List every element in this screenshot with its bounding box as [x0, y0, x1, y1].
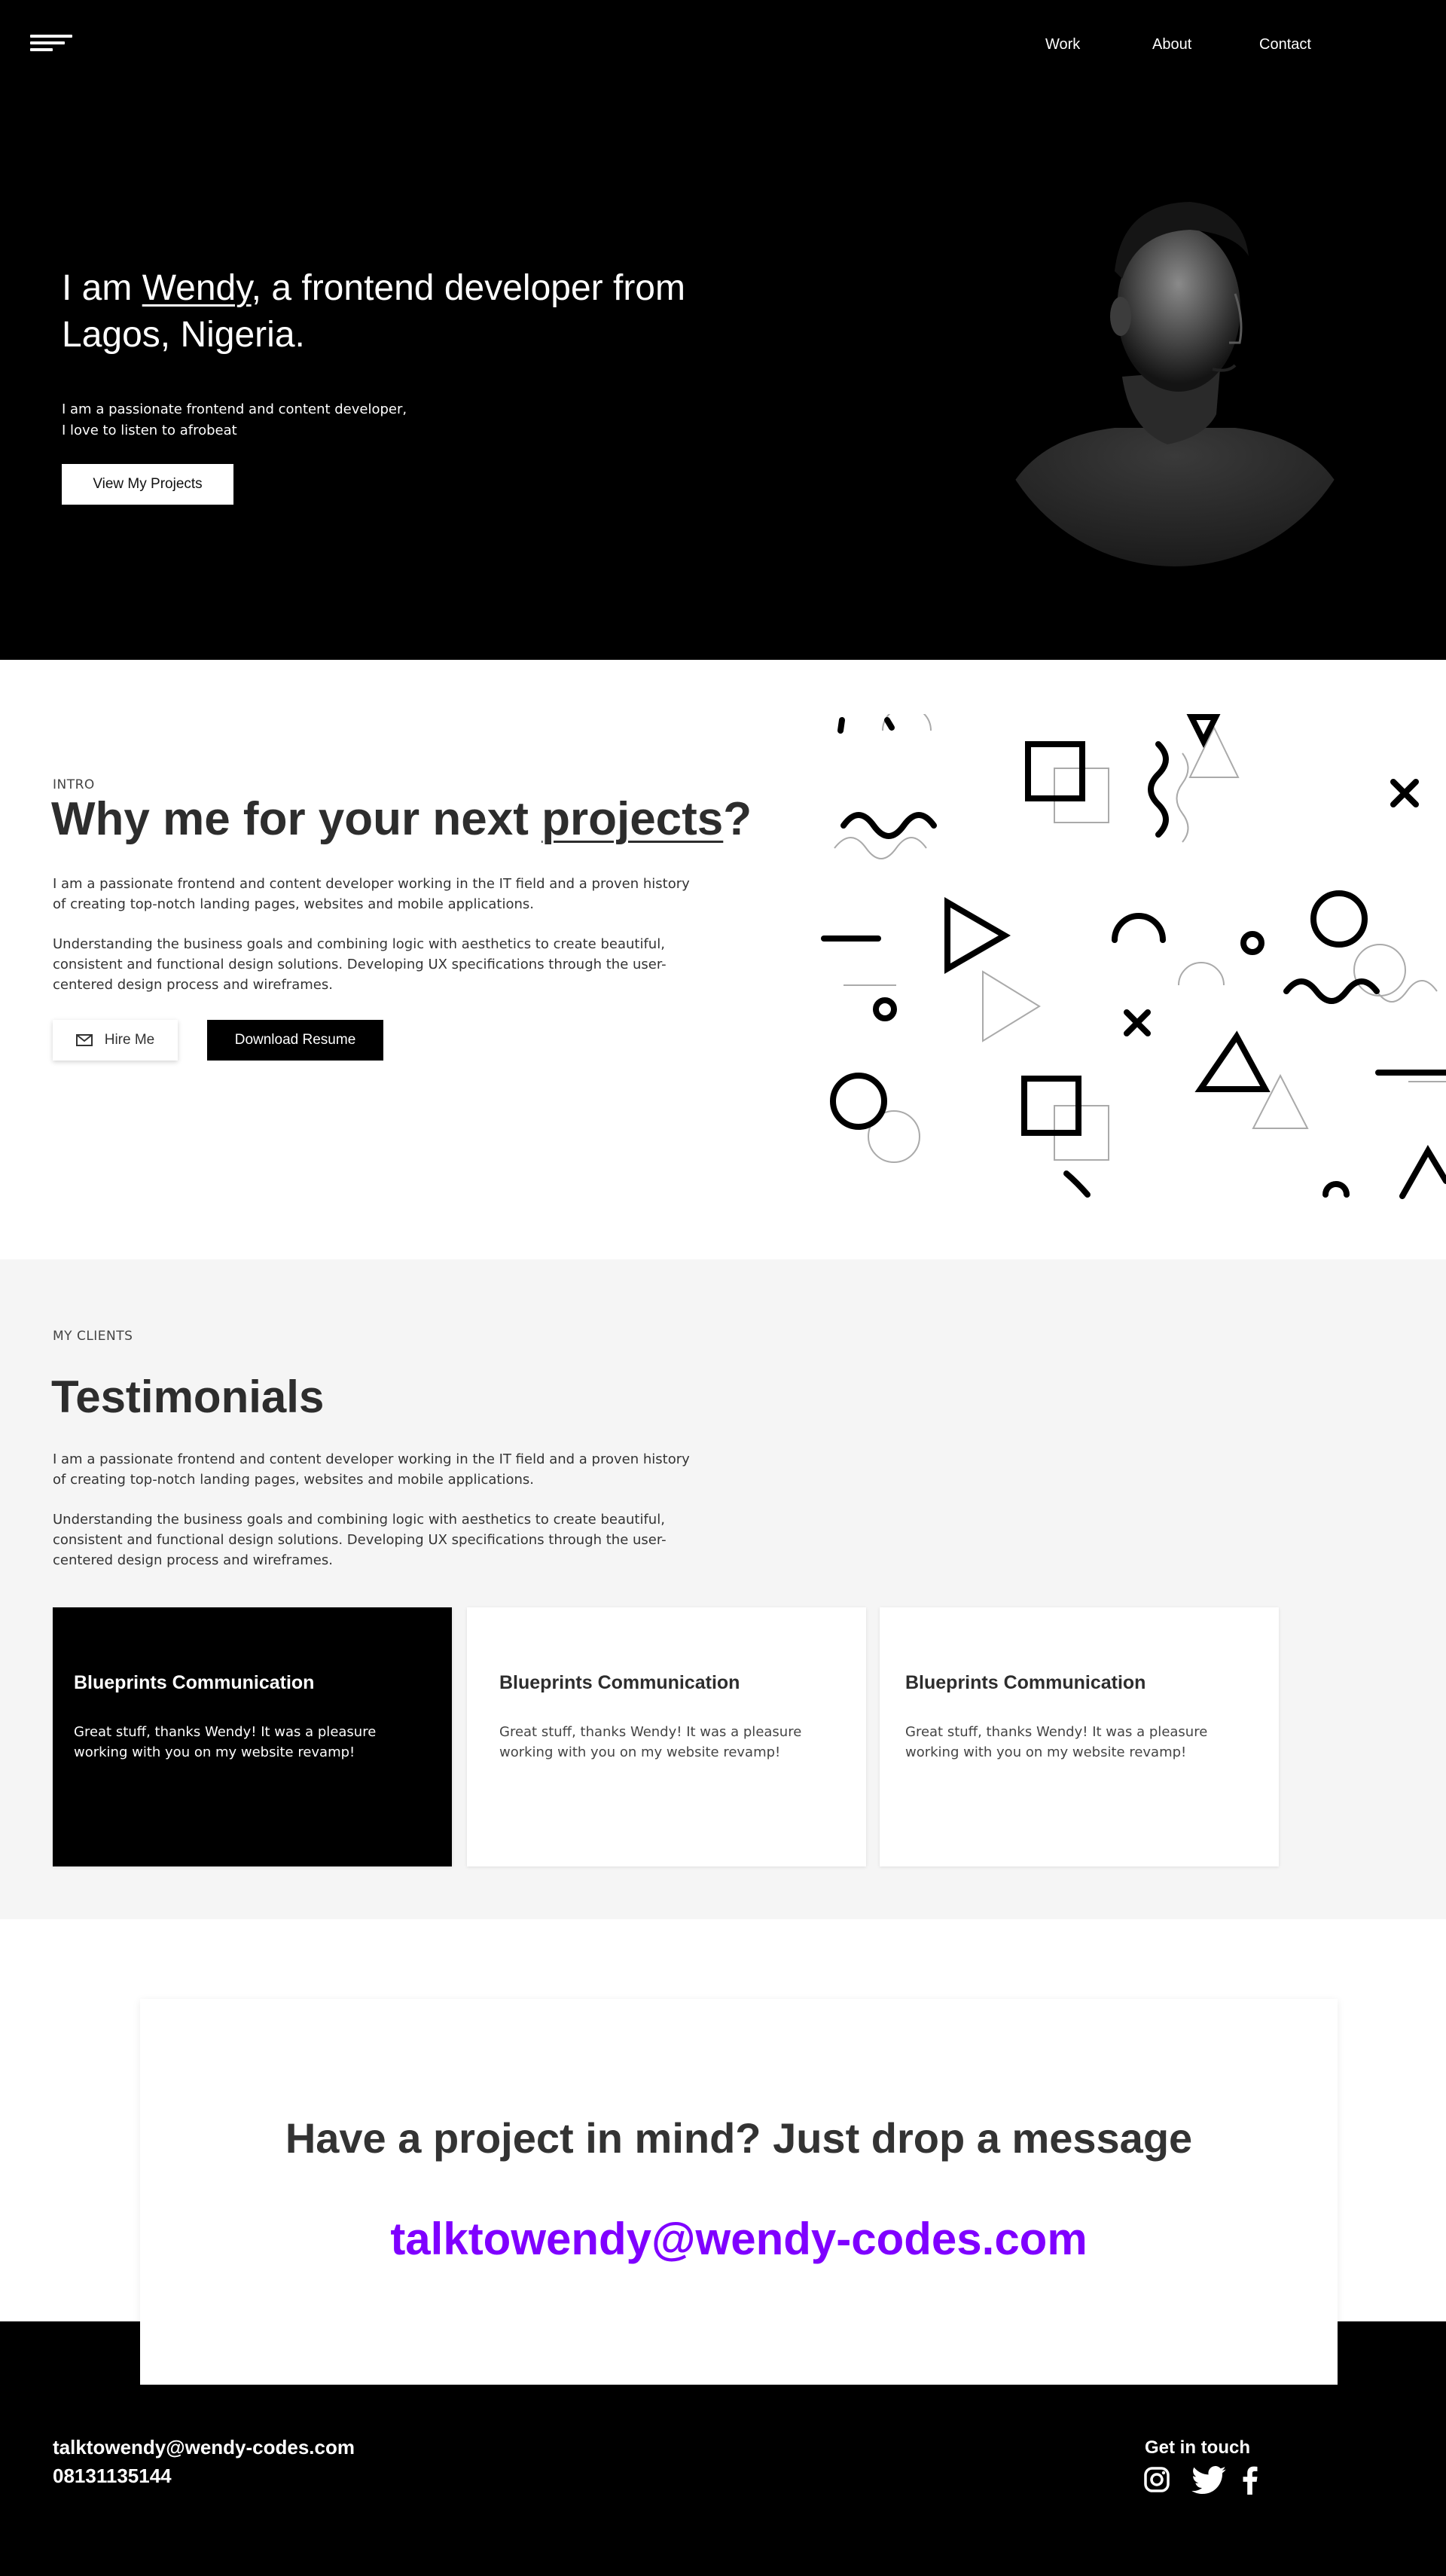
- testimonials-eyebrow: MY CLIENTS: [53, 1329, 133, 1344]
- testimonials-title: Testimonials: [51, 1372, 325, 1422]
- hero-title: I am Wendy, a frontend developer from La…: [62, 268, 685, 355]
- intro-section: INTRO Why me for your next projects? I a…: [0, 660, 1446, 1259]
- testimonials-section: MY CLIENTS Testimonials I am a passionat…: [0, 1259, 1446, 1919]
- intro-paragraph-1: I am a passionate frontend and content d…: [53, 876, 690, 912]
- mail-icon: [75, 1034, 93, 1046]
- contact-card: Have a project in mind? Just drop a mess…: [140, 1999, 1338, 2385]
- nav-about[interactable]: About: [1152, 36, 1191, 53]
- testimonial-text: Great stuff, thanks Wendy! It was a plea…: [905, 1724, 1208, 1760]
- testimonials-paragraph-2: Understanding the business goals and com…: [53, 1512, 667, 1568]
- testimonial-client: Blueprints Communication: [499, 1672, 740, 1693]
- nav-work[interactable]: Work: [1045, 36, 1080, 53]
- nav-contact[interactable]: Contact: [1259, 36, 1311, 53]
- testimonials-paragraph-1: I am a passionate frontend and content d…: [53, 1451, 690, 1488]
- hero-section: Work About Contact I am Wendy, a fronten…: [0, 0, 1446, 660]
- menu-icon[interactable]: [30, 35, 72, 53]
- facebook-icon[interactable]: [1243, 2466, 1258, 2495]
- view-projects-button[interactable]: View My Projects: [62, 464, 233, 505]
- get-in-touch-label: Get in touch: [1145, 2437, 1250, 2458]
- portrait-image: [1009, 202, 1341, 566]
- contact-email-link[interactable]: talktowendy@wendy-codes.com: [140, 2213, 1338, 2265]
- testimonial-client: Blueprints Communication: [905, 1672, 1146, 1693]
- hero-subtitle: I am a passionate frontend and content d…: [62, 401, 407, 438]
- testimonial-card[interactable]: Blueprints Communication Great stuff, th…: [53, 1607, 452, 1866]
- testimonial-client: Blueprints Communication: [74, 1672, 315, 1693]
- hire-me-button[interactable]: Hire Me: [53, 1020, 178, 1061]
- twitter-icon[interactable]: [1191, 2466, 1226, 2495]
- instagram-icon[interactable]: [1143, 2466, 1170, 2493]
- intro-paragraph-2: Understanding the business goals and com…: [53, 936, 667, 993]
- testimonial-text: Great stuff, thanks Wendy! It was a plea…: [74, 1724, 377, 1760]
- testimonial-text: Great stuff, thanks Wendy! It was a plea…: [499, 1724, 802, 1760]
- decorative-shapes-illustration: [821, 714, 1446, 1199]
- testimonial-card[interactable]: Blueprints Communication Great stuff, th…: [467, 1607, 866, 1866]
- intro-eyebrow: INTRO: [53, 777, 95, 792]
- download-resume-button[interactable]: Download Resume: [207, 1020, 383, 1061]
- footer-email[interactable]: talktowendy@wendy-codes.com: [53, 2436, 355, 2459]
- footer-phone[interactable]: 08131135144: [53, 2465, 172, 2488]
- contact-title: Have a project in mind? Just drop a mess…: [285, 2114, 1193, 2162]
- projects-link[interactable]: projects: [541, 793, 723, 845]
- intro-title: Why me for your next projects?: [51, 793, 752, 845]
- testimonial-card[interactable]: Blueprints Communication Great stuff, th…: [880, 1607, 1279, 1866]
- hero-name-link[interactable]: Wendy: [142, 268, 252, 308]
